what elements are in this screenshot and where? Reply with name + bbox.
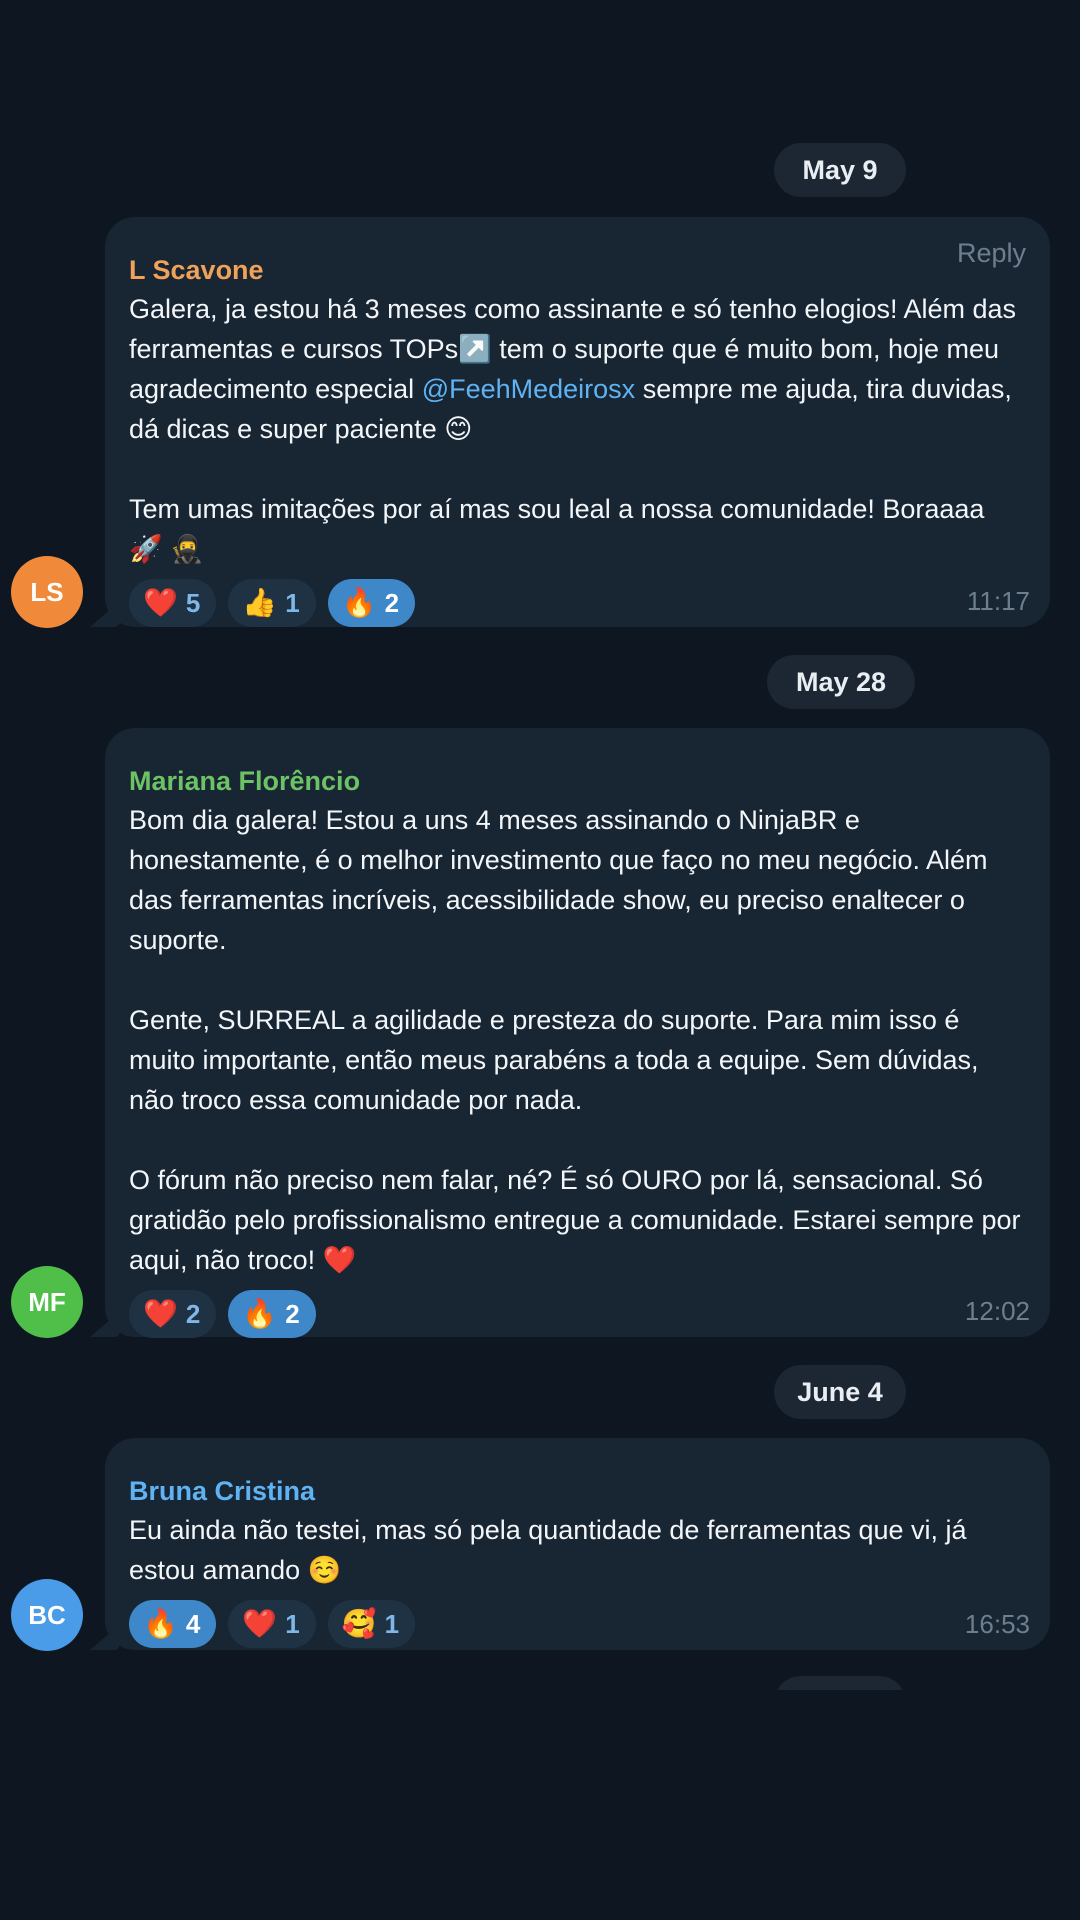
sender-name[interactable]: Mariana Florêncio [129, 764, 1025, 798]
fire-emoji-icon: 🔥 [341, 587, 377, 618]
reaction-heart[interactable]: ❤️ 5 [129, 579, 217, 627]
heart-emoji-icon: ❤️ [143, 587, 178, 618]
reaction-heart[interactable]: ❤️ 1 [228, 1600, 316, 1648]
user-mention-link[interactable]: @FeehMedeirosx [422, 374, 636, 404]
reaction-count: 4 [185, 1608, 201, 1639]
avatar[interactable]: BC [11, 1579, 83, 1651]
message-bubble[interactable]: L Scavone Reply Galera, ja estou há 3 me… [105, 217, 1050, 627]
sender-name[interactable]: L Scavone [129, 253, 1025, 287]
reaction-fire[interactable]: 🔥 4 [129, 1600, 217, 1648]
sender-name[interactable]: Bruna Cristina [129, 1474, 1025, 1508]
message-bubble[interactable]: Bruna Cristina Eu ainda não testei, mas … [105, 1438, 1050, 1650]
reaction-smiling-hearts[interactable]: 🥰 1 [327, 1600, 416, 1648]
avatar[interactable]: MF [11, 1266, 83, 1338]
reaction-count: 2 [285, 1298, 300, 1329]
fire-emoji-icon: 🔥 [143, 1608, 178, 1639]
avatar[interactable]: LS [11, 556, 83, 628]
reaction-fire[interactable]: 🔥 2 [327, 579, 416, 627]
smiling-face-hearts-emoji-icon: 🥰 [341, 1608, 377, 1639]
date-separator: May 28 [767, 655, 915, 709]
fire-emoji-icon: 🔥 [242, 1298, 278, 1329]
reaction-count: 2 [185, 1298, 201, 1329]
thumbs-up-emoji-icon: 👍 [242, 587, 278, 618]
heart-emoji-icon: ❤️ [143, 1298, 178, 1329]
reaction-count: 5 [185, 587, 201, 618]
reaction-count: 1 [384, 1608, 400, 1639]
reactions-row: ❤️ 2 🔥 2 [129, 1290, 1025, 1342]
message-text: Eu ainda não testei, mas só pela quantid… [129, 1515, 975, 1585]
reaction-thumbs-up[interactable]: 👍 1 [228, 579, 316, 627]
message-text: Galera, ja estou há 3 meses como assinan… [129, 294, 1024, 564]
reaction-fire[interactable]: 🔥 2 [228, 1290, 316, 1338]
reactions-row: 🔥 4 ❤️ 1 🥰 1 [129, 1600, 1025, 1652]
reaction-count: 1 [285, 587, 300, 618]
scroll-clip-area [0, 1690, 1080, 1920]
message-time: 11:17 [966, 586, 1030, 616]
message-time: 12:02 [964, 1296, 1030, 1326]
message-text: Bom dia galera! Estou a uns 4 meses assi… [129, 805, 1021, 1275]
reactions-row: ❤️ 5 👍 1 🔥 2 [129, 579, 1025, 631]
message-time: 16:53 [964, 1609, 1030, 1639]
heart-emoji-icon: ❤️ [242, 1608, 278, 1639]
reply-button[interactable]: Reply [957, 238, 1026, 269]
reaction-heart[interactable]: ❤️ 2 [129, 1290, 217, 1338]
reaction-count: 1 [285, 1608, 300, 1639]
date-separator: May 9 [774, 143, 906, 197]
reaction-count: 2 [384, 587, 400, 618]
date-separator: June 4 [774, 1365, 906, 1419]
message-bubble[interactable]: Mariana Florêncio Bom dia galera! Estou … [105, 728, 1050, 1338]
